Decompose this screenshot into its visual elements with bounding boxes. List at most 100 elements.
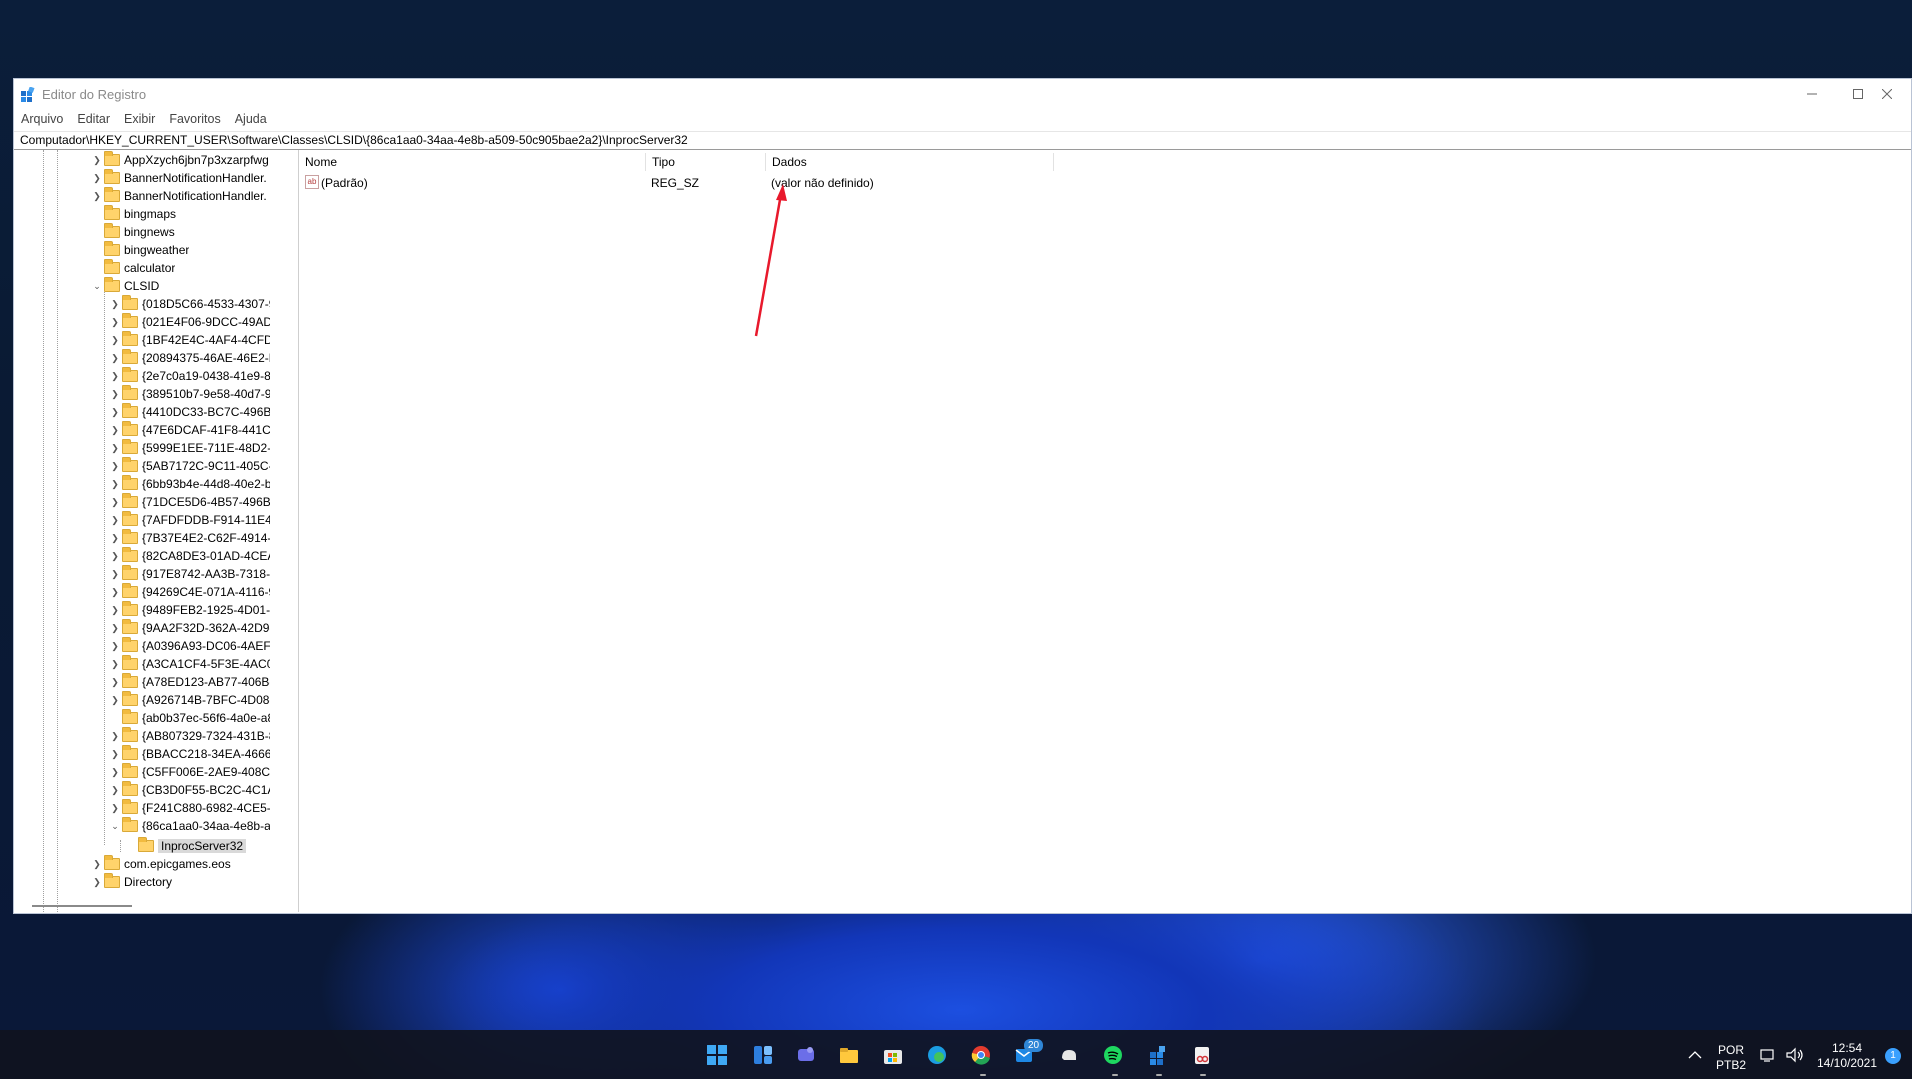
dropbox-icon[interactable] xyxy=(1058,1044,1080,1066)
tree-item-clsid-child[interactable]: ⌄ {86ca1aa0-34aa-4e8b-a5 xyxy=(108,817,270,835)
tree-item-clsid-child[interactable]: ❯ {CB3D0F55-BC2C-4C1A- xyxy=(108,781,270,799)
tree-item-clsid-child[interactable]: ❯ {A78ED123-AB77-406B-9 xyxy=(108,673,270,691)
chevron-right-icon[interactable]: ❯ xyxy=(108,727,122,745)
store-icon[interactable] xyxy=(882,1044,904,1066)
close-button[interactable] xyxy=(1864,79,1910,109)
chevron-right-icon[interactable]: ❯ xyxy=(108,403,122,421)
tree-item-clsid-child[interactable]: ❯{917E8742-AA3B-7318-FA xyxy=(108,565,270,583)
column-header-tipo[interactable]: Tipo xyxy=(646,153,766,171)
tree-item-clsid-child[interactable]: ❯ {71DCE5D6-4B57-496B-A xyxy=(108,493,270,511)
chevron-right-icon[interactable]: ❯ xyxy=(108,691,122,709)
chevron-right-icon[interactable]: ❯ xyxy=(108,367,122,385)
tree-item-clsid-child[interactable]: ❯{9489FEB2-1925-4D01-B7 xyxy=(108,601,270,619)
chevron-right-icon[interactable]: ❯ xyxy=(108,421,122,439)
tree-item-inprocserver32[interactable]: InprocServer32 xyxy=(124,837,247,855)
chevron-right-icon[interactable]: ❯ xyxy=(90,151,104,169)
menu-editar[interactable]: Editar xyxy=(70,109,117,131)
pane-splitter[interactable] xyxy=(286,150,299,912)
chevron-right-icon[interactable]: ❯ xyxy=(108,439,122,457)
tree-item[interactable]: calculator xyxy=(90,259,175,277)
tree-horizontal-scrollbar[interactable] xyxy=(32,905,132,907)
chevron-right-icon[interactable]: ❯ xyxy=(90,169,104,187)
language-indicator[interactable]: POR PTB2 xyxy=(1716,1043,1746,1073)
network-icon[interactable] xyxy=(1760,1047,1776,1063)
chevron-up-icon[interactable] xyxy=(1688,1050,1702,1060)
value-name[interactable]: (Padrão) xyxy=(321,174,368,192)
tree-item-clsid-child[interactable]: ❯{5999E1EE-711E-48D2-98 xyxy=(108,439,270,457)
chevron-right-icon[interactable]: ❯ xyxy=(90,187,104,205)
tree-item[interactable]: bingnews xyxy=(90,223,175,241)
chevron-right-icon[interactable]: ❯ xyxy=(108,565,122,583)
spotify-icon[interactable] xyxy=(1102,1044,1124,1066)
chevron-right-icon[interactable]: ❯ xyxy=(108,331,122,349)
chevron-right-icon[interactable]: ❯ xyxy=(108,781,122,799)
tree-item-clsid-child[interactable]: ❯ {018D5C66-4533-4307-9E xyxy=(108,295,270,313)
chat-icon[interactable] xyxy=(795,1044,817,1066)
tree-item-clsid-child[interactable]: ❯ {47E6DCAF-41F8-441C-B xyxy=(108,421,270,439)
tree-item[interactable]: ❯ Directory xyxy=(90,873,172,891)
tree-item-clsid-child[interactable]: ❯ {82CA8DE3-01AD-4CEA- xyxy=(108,547,270,565)
tree-item-clsid-child[interactable]: ❯{7B37E4E2-C62F-4914-96 xyxy=(108,529,270,547)
menu-favoritos[interactable]: Favoritos xyxy=(162,109,227,131)
chevron-right-icon[interactable]: ❯ xyxy=(108,349,122,367)
chevron-right-icon[interactable]: ❯ xyxy=(108,547,122,565)
edge-icon[interactable] xyxy=(926,1044,948,1066)
chevron-right-icon[interactable]: ❯ xyxy=(108,601,122,619)
tree-item-clsid-child[interactable]: ❯{1BF42E4C-4AF4-4CFD-A xyxy=(108,331,270,349)
tree-item-clsid-child[interactable]: ❯ {A0396A93-DC06-4AEF-E xyxy=(108,637,270,655)
registry-editor-taskbar-icon[interactable] xyxy=(1147,1044,1169,1066)
tree-item-clsid-child[interactable]: ❯ {7AFDFDDB-F914-11E4-8 xyxy=(108,511,270,529)
snipping-tool-icon[interactable] xyxy=(1191,1044,1213,1066)
tree-item-clsid-child[interactable]: ❯ {94269C4E-071A-4116-90 xyxy=(108,583,270,601)
tree-item-clsid-child[interactable]: ❯ {4410DC33-BC7C-496B-A xyxy=(108,403,270,421)
tree-item-clsid-child[interactable]: ❯ {6bb93b4e-44d8-40e2-bc xyxy=(108,475,270,493)
widgets-icon[interactable] xyxy=(752,1044,774,1066)
tree-item[interactable]: bingweather xyxy=(90,241,189,259)
chevron-right-icon[interactable]: ❯ xyxy=(90,873,104,891)
chevron-right-icon[interactable]: ❯ xyxy=(108,529,122,547)
tree-item-clsid-child[interactable]: ❯{20894375-46AE-46E2-BA xyxy=(108,349,270,367)
minimize-button[interactable] xyxy=(1789,79,1835,109)
chevron-right-icon[interactable]: ❯ xyxy=(108,313,122,331)
tree-item-clsid-child[interactable]: ❯{F241C880-6982-4CE5-8C xyxy=(108,799,270,817)
menu-arquivo[interactable]: Arquivo xyxy=(14,109,70,131)
chevron-right-icon[interactable]: ❯ xyxy=(108,673,122,691)
tree-item-clsid-child[interactable]: ❯ {389510b7-9e58-40d7-98 xyxy=(108,385,270,403)
registry-tree[interactable]: ❯ AppXzych6jbn7p3xzarpfwg ❯ BannerNotifi… xyxy=(14,150,270,912)
values-list[interactable]: Nome Tipo Dados ab (Padrão) REG_SZ (valo… xyxy=(299,150,1911,912)
chrome-icon[interactable] xyxy=(970,1044,992,1066)
tree-item-clsid-child[interactable]: ❯ {A3CA1CF4-5F3E-4AC0-9 xyxy=(108,655,270,673)
tree-item[interactable]: ❯ com.epicgames.eos xyxy=(90,855,231,873)
menu-ajuda[interactable]: Ajuda xyxy=(228,109,274,131)
chevron-right-icon[interactable]: ❯ xyxy=(108,457,122,475)
tree-item[interactable]: ❯ BannerNotificationHandler. xyxy=(90,169,270,187)
tree-item-clsid-child[interactable]: ❯ {9AA2F32D-362A-42D9-9 xyxy=(108,619,270,637)
tree-item[interactable]: bingmaps xyxy=(90,205,176,223)
volume-icon[interactable] xyxy=(1786,1047,1804,1063)
tree-item-clsid-child[interactable]: {ab0b37ec-56f6-4a0e-a8f xyxy=(108,709,270,727)
chevron-down-icon[interactable]: ⌄ xyxy=(90,277,104,295)
chevron-right-icon[interactable]: ❯ xyxy=(108,637,122,655)
chevron-right-icon[interactable]: ❯ xyxy=(108,799,122,817)
tree-item-clsid[interactable]: ⌄ CLSID xyxy=(90,277,159,295)
tree-item-clsid-child[interactable]: ❯ {C5FF006E-2AE9-408C-B xyxy=(108,763,270,781)
chevron-right-icon[interactable]: ❯ xyxy=(108,619,122,637)
tree-item-clsid-child[interactable]: ❯ {AB807329-7324-431B-8E xyxy=(108,727,270,745)
address-bar[interactable]: Computador\HKEY_CURRENT_USER\Software\Cl… xyxy=(14,131,1911,150)
chevron-right-icon[interactable]: ❯ xyxy=(108,511,122,529)
tree-item[interactable]: ❯ AppXzych6jbn7p3xzarpfwg xyxy=(90,151,270,169)
title-bar[interactable]: Editor do Registro xyxy=(14,79,1911,109)
chevron-right-icon[interactable]: ❯ xyxy=(108,493,122,511)
chevron-right-icon[interactable]: ❯ xyxy=(108,295,122,313)
tree-item-clsid-child[interactable]: ❯ {021E4F06-9DCC-49AD-8 xyxy=(108,313,270,331)
chevron-right-icon[interactable]: ❯ xyxy=(108,385,122,403)
tree-item-clsid-child[interactable]: ❯ {BBACC218-34EA-4666-9 xyxy=(108,745,270,763)
clock[interactable]: 12:54 14/10/2021 xyxy=(1814,1041,1880,1071)
chevron-right-icon[interactable]: ❯ xyxy=(108,475,122,493)
start-icon[interactable] xyxy=(706,1044,728,1066)
tree-item-clsid-child[interactable]: ❯ {A926714B-7BFC-4D08-A xyxy=(108,691,270,709)
column-header-nome[interactable]: Nome xyxy=(299,153,646,171)
chevron-down-icon[interactable]: ⌄ xyxy=(108,817,122,835)
chevron-right-icon[interactable]: ❯ xyxy=(108,655,122,673)
menu-exibir[interactable]: Exibir xyxy=(117,109,162,131)
